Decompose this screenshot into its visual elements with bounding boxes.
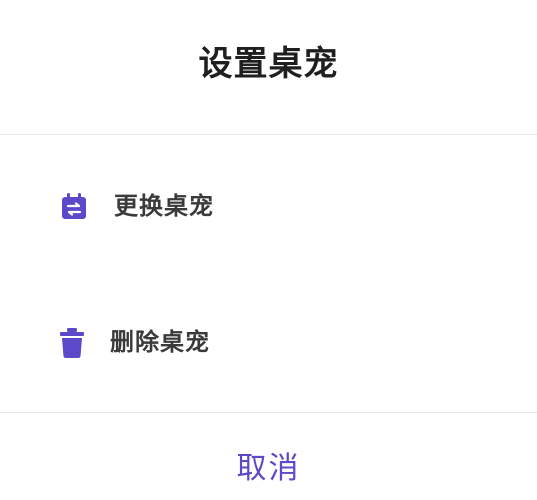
change-pet-label: 更换桌宠 <box>114 192 214 220</box>
change-pet-option[interactable]: 更换桌宠 <box>0 174 537 238</box>
dialog-title: 设置桌宠 <box>198 44 339 84</box>
divider <box>0 134 537 135</box>
delete-pet-option[interactable]: 删除桌宠 <box>0 310 537 374</box>
delete-pet-label: 删除桌宠 <box>110 328 210 356</box>
divider <box>0 412 537 413</box>
trash-icon <box>56 325 88 359</box>
cancel-button[interactable]: 取消 <box>0 438 537 500</box>
swap-calendar-icon <box>58 191 90 223</box>
pet-settings-sheet: 设置桌宠 更换桌宠 删除桌宠 取消 <box>0 0 537 500</box>
